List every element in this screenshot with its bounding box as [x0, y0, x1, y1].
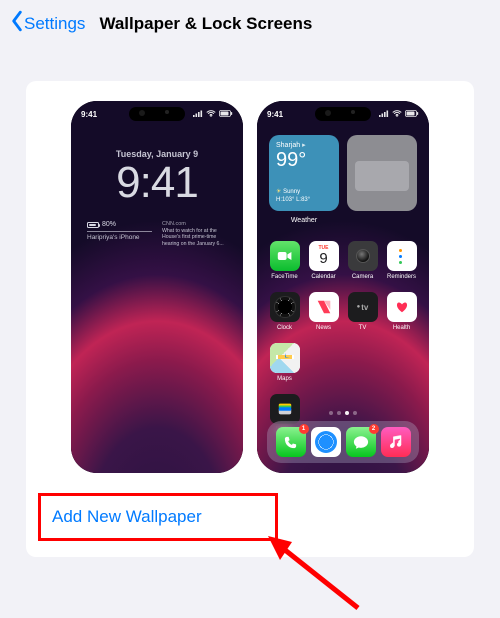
health-icon [387, 292, 417, 322]
tv-icon: ●tv [348, 292, 378, 322]
lock-widgets: 80% Haripriya's iPhone CNN.com What to w… [87, 221, 227, 247]
dock: 1 2 [267, 421, 419, 463]
wifi-icon [206, 110, 216, 119]
app-camera: Camera [347, 241, 378, 280]
maps-icon [270, 343, 300, 373]
news-icon [309, 292, 339, 322]
home-widgets: Sharjah ▸ 99° ☀ SunnyH:103° L:83° Weathe… [269, 135, 417, 211]
add-wallpaper-row: Add New Wallpaper [42, 493, 458, 541]
widget-caption: Weather [269, 217, 339, 224]
battery-widget: 80% Haripriya's iPhone [87, 221, 152, 247]
calendar-icon: TUE9 [309, 241, 339, 271]
back-label: Settings [24, 14, 85, 34]
app-tv: ●tvTV [347, 292, 378, 331]
photos-widget: Photos [347, 135, 417, 211]
app-calendar: TUE9Calendar [308, 241, 339, 280]
battery-icon [219, 110, 233, 119]
app-health: Health [386, 292, 417, 331]
badge: 2 [369, 424, 379, 434]
camera-icon [348, 241, 378, 271]
battery-icon [87, 222, 99, 228]
page-indicator [257, 411, 429, 415]
chevron-left-icon [10, 10, 24, 37]
back-button[interactable]: Settings [10, 10, 85, 37]
page-title: Wallpaper & Lock Screens [99, 14, 312, 34]
lock-screen-preview[interactable]: 9:41 Tuesday, January 9 9:41 [71, 101, 243, 473]
lock-time: 9:41 [71, 161, 243, 205]
safari-icon [311, 427, 341, 457]
app-news: News [308, 292, 339, 331]
wallet-icon [270, 394, 300, 424]
clock-icon [270, 292, 300, 322]
dynamic-island-icon [129, 107, 185, 121]
nav-bar: Settings Wallpaper & Lock Screens [0, 0, 500, 45]
app-grid: FaceTime TUE9Calendar Camera Reminders C… [269, 241, 417, 433]
music-icon [381, 427, 411, 457]
signal-icon [193, 110, 203, 119]
dynamic-island-icon [315, 107, 371, 121]
status-time: 9:41 [267, 110, 283, 119]
app-maps: Maps [269, 343, 300, 382]
news-widget: CNN.com What to watch for at the House's… [162, 221, 227, 247]
messages-icon: 2 [346, 427, 376, 457]
wallpaper-card: 9:41 Tuesday, January 9 9:41 [26, 81, 474, 557]
add-wallpaper-button[interactable]: Add New Wallpaper [52, 507, 448, 527]
lock-date: Tuesday, January 9 [71, 149, 243, 159]
home-screen-preview[interactable]: 9:41 Sharjah ▸ 99° ☀ SunnyH:103° L:83° W… [257, 101, 429, 473]
battery-icon [405, 110, 419, 119]
badge: 1 [299, 424, 309, 434]
wifi-icon [392, 110, 402, 119]
signal-icon [379, 110, 389, 119]
status-time: 9:41 [81, 110, 97, 119]
phone-icon: 1 [276, 427, 306, 457]
app-reminders: Reminders [386, 241, 417, 280]
app-facetime: FaceTime [269, 241, 300, 280]
weather-widget: Sharjah ▸ 99° ☀ SunnyH:103° L:83° Weathe… [269, 135, 339, 211]
reminders-icon [387, 241, 417, 271]
app-clock: Clock [269, 292, 300, 331]
wallpaper-previews: 9:41 Tuesday, January 9 9:41 [46, 101, 454, 473]
photo-placeholder-icon [355, 161, 409, 191]
facetime-icon [270, 241, 300, 271]
